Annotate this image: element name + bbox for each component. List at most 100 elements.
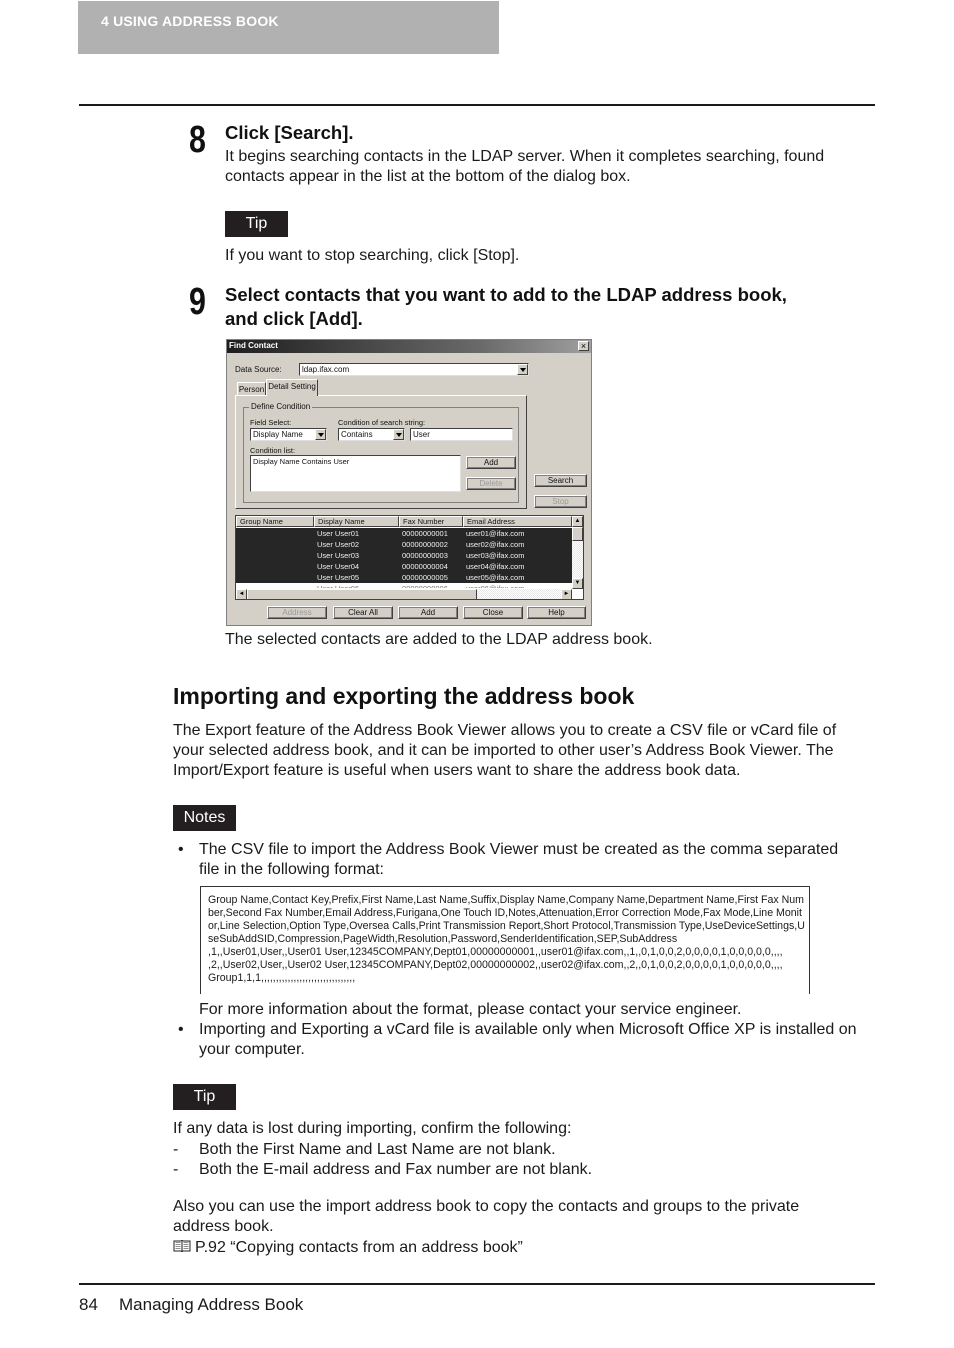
tab-detail-setting[interactable]: Detail Setting	[266, 379, 318, 396]
column-header-group-name[interactable]: Group Name	[236, 516, 314, 527]
table-cell-fax: 00000000006	[402, 583, 448, 588]
table-cell-fax: 00000000004	[402, 562, 448, 571]
scroll-down-icon[interactable]: ▼	[572, 578, 583, 589]
add-button[interactable]: Add	[398, 606, 458, 619]
delete-condition-button[interactable]: Delete	[466, 477, 516, 490]
field-select-value: Display Name	[253, 430, 303, 439]
close-icon[interactable]: ×	[578, 341, 589, 351]
horizontal-scrollbar[interactable]: ◄ ►	[236, 589, 572, 599]
top-rule	[79, 104, 875, 106]
table-cell-fax: 00000000003	[402, 551, 448, 560]
chevron-down-icon[interactable]	[517, 364, 528, 375]
dialog-titlebar: Find Contact ×	[227, 340, 591, 353]
clear-all-button[interactable]: Clear All	[333, 606, 393, 619]
tab-person[interactable]: Person	[237, 382, 266, 396]
tip-label: Tip	[173, 1084, 236, 1110]
scroll-thumb[interactable]	[247, 589, 477, 599]
table-cell-fax: 00000000005	[402, 573, 448, 582]
column-header-fax-number[interactable]: Fax Number	[399, 516, 463, 527]
table-row[interactable]: User User04 00000000004 user04@ifax.com	[236, 561, 572, 572]
address-button[interactable]: Address	[267, 606, 327, 619]
page-reference-text[interactable]: P.92 “Copying contacts from an address b…	[195, 1239, 523, 1256]
bullet-icon: •	[178, 841, 184, 858]
search-button[interactable]: Search	[534, 474, 587, 487]
note-text: your computer.	[199, 1041, 305, 1058]
help-button[interactable]: Help	[527, 606, 586, 619]
table-row[interactable]: User User03 00000000003 user03@ifax.com	[236, 550, 572, 561]
intro-line: The Export feature of the Address Book V…	[173, 722, 837, 739]
table-row[interactable]: User User02 00000000002 user02@ifax.com	[236, 539, 572, 550]
condition-dropdown[interactable]: Contains	[338, 428, 405, 441]
table-cell-display: User User04	[317, 562, 360, 571]
note-text: file in the following format:	[199, 861, 384, 878]
tip-text: If you want to stop searching, click [St…	[225, 247, 520, 264]
stop-button[interactable]: Stop	[534, 495, 587, 508]
table-row[interactable]: User User01 00000000001 user01@ifax.com	[236, 528, 572, 539]
chevron-down-icon[interactable]	[393, 429, 404, 440]
table-cell-display: User User02	[317, 540, 360, 549]
intro-line: your selected address book, and it can b…	[173, 742, 834, 759]
scroll-right-icon[interactable]: ►	[561, 589, 572, 599]
bullet-icon: •	[178, 1021, 184, 1038]
note-text: The CSV file to import the Address Book …	[199, 841, 839, 858]
table-row[interactable]: User User05 00000000005 user05@ifax.com	[236, 572, 572, 583]
csv-header-fields: Group Name,Contact Key,Prefix,First Name…	[208, 894, 805, 945]
intro-line: Import/Export feature is useful when use…	[173, 762, 741, 779]
find-contact-dialog: Find Contact × Data Source: ldap.ifax.co…	[226, 339, 592, 626]
table-cell-email: user05@ifax.com	[466, 573, 525, 582]
dialog-title: Find Contact	[229, 341, 278, 350]
tip-intro: If any data is lost during importing, co…	[173, 1120, 572, 1137]
table-cell-email: user06@ifax.com	[466, 583, 524, 588]
table-cell-email: user03@ifax.com	[466, 551, 525, 560]
step-title: Click [Search].	[225, 122, 354, 143]
step-title-line: Select contacts that you want to add to …	[225, 284, 787, 305]
chevron-down-icon[interactable]	[315, 429, 326, 440]
search-string-input[interactable]: User	[410, 428, 513, 441]
data-source-select[interactable]: ldap.ifax.com	[299, 363, 529, 376]
csv-sample-row: ,2,,User02,User,,User02 User,12345COMPAN…	[208, 959, 783, 971]
data-source-label: Data Source:	[235, 365, 282, 374]
table-cell-display: User User06	[317, 583, 359, 588]
search-string-value: User	[413, 430, 430, 439]
listview-header: Group Name Display Name Fax Number Email…	[236, 516, 572, 527]
scroll-left-icon[interactable]: ◄	[236, 589, 247, 599]
vertical-scrollbar[interactable]: ▲ ▼	[572, 516, 583, 589]
column-header-email-address[interactable]: Email Address	[463, 516, 572, 527]
step-body-line: It begins searching contacts in the LDAP…	[225, 148, 825, 165]
table-cell-display: User User05	[317, 573, 360, 582]
step-caption: The selected contacts are added to the L…	[225, 631, 653, 648]
field-select-dropdown[interactable]: Display Name	[250, 428, 327, 441]
step-number: 8	[189, 119, 206, 161]
note-text: Importing and Exporting a vCard file is …	[199, 1021, 857, 1038]
condition-list[interactable]: Display Name Contains User	[250, 455, 461, 492]
condition-value: Contains	[341, 430, 373, 439]
data-source-value: ldap.ifax.com	[302, 365, 350, 374]
chapter-title: 4 USING ADDRESS BOOK	[101, 13, 279, 29]
scroll-up-icon[interactable]: ▲	[572, 516, 583, 527]
condition-label: Condition of search string:	[338, 418, 426, 427]
page-reference-link[interactable]: P.92 “Copying contacts from an address b…	[173, 1238, 523, 1258]
add-condition-button[interactable]: Add	[466, 456, 516, 469]
footer-section-name: Managing Address Book	[119, 1295, 304, 1314]
tab-label: Person	[238, 385, 265, 394]
close-button[interactable]: Close	[463, 606, 523, 619]
results-listview[interactable]: Group Name Display Name Fax Number Email…	[235, 515, 584, 600]
tip-label-text: Tip	[193, 1088, 216, 1105]
dash-icon: -	[173, 1141, 179, 1158]
column-header-display-name[interactable]: Display Name	[314, 516, 399, 527]
tip-item: Both the E-mail address and Fax number a…	[199, 1161, 593, 1178]
bottom-rule	[79, 1283, 875, 1285]
dash-icon: -	[173, 1161, 179, 1178]
condition-list-item[interactable]: Display Name Contains User	[253, 457, 349, 466]
csv-format-text: Group Name,Contact Key,Prefix,First Name…	[208, 894, 806, 985]
book-icon	[173, 1240, 191, 1252]
field-select-label: Field Select:	[250, 418, 292, 427]
notes-label: Notes	[173, 805, 236, 831]
scroll-thumb[interactable]	[572, 527, 583, 541]
csv-sample-row: Group1,1,1,,,,,,,,,,,,,,,,,,,,,,,,,,,,,,…	[208, 972, 356, 984]
tab-label: Detail Setting	[268, 382, 316, 391]
csv-format-box: Group Name,Contact Key,Prefix,First Name…	[200, 886, 810, 994]
note-text: For more information about the format, p…	[199, 1001, 742, 1018]
table-row[interactable]: User User06 00000000006 user06@ifax.com	[236, 583, 572, 588]
note-item: • The CSV file to import the Address Boo…	[178, 840, 839, 860]
